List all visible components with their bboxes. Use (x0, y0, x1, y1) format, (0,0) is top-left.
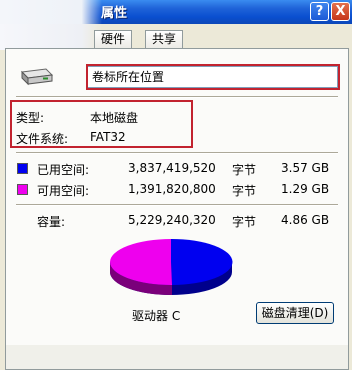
capacity-label: 容量: (37, 215, 66, 229)
help-button[interactable]: ? (310, 2, 329, 21)
divider (16, 96, 338, 98)
used-space-swatch (17, 163, 28, 174)
divider (16, 204, 338, 206)
annotation-box-info (10, 100, 193, 148)
title-bar: 属性 ? X (0, 0, 352, 24)
close-button[interactable]: X (331, 2, 350, 21)
free-space-label: 可用空间: (37, 184, 90, 198)
divider (16, 152, 338, 154)
blurred-title-area (0, 0, 102, 24)
disk-cleanup-button[interactable]: 磁盘清理(D) (256, 302, 334, 324)
disk-usage-pie-chart (110, 238, 233, 296)
annotation-box-name (86, 64, 340, 90)
used-space-label: 已用空间: (37, 163, 90, 177)
capacity-size: 4.86 GB (281, 213, 330, 227)
used-space-size: 3.57 GB (281, 161, 330, 175)
panel-bottom-area (6, 345, 348, 369)
free-space-unit: 字节 (232, 184, 257, 198)
used-space-unit: 字节 (232, 163, 257, 177)
blurred-tab-area (0, 24, 102, 50)
tab-hardware[interactable]: 硬件 (94, 30, 133, 48)
free-space-bytes: 1,391,820,800 (128, 182, 216, 196)
window-title: 属性 (101, 6, 128, 21)
used-space-bytes: 3,837,419,520 (128, 161, 216, 175)
drive-label: 驱动器 C (132, 309, 181, 323)
hard-drive-icon (20, 68, 54, 86)
capacity-unit: 字节 (232, 215, 257, 229)
general-tab-panel: 卷标所在位置 类型: 本地磁盘 文件系统: FAT32 已用空间: 3,837,… (5, 48, 349, 370)
tab-sharing[interactable]: 共享 (145, 30, 184, 48)
free-space-size: 1.29 GB (281, 182, 330, 196)
capacity-bytes: 5,229,240,320 (128, 213, 216, 227)
free-space-swatch (17, 184, 28, 195)
